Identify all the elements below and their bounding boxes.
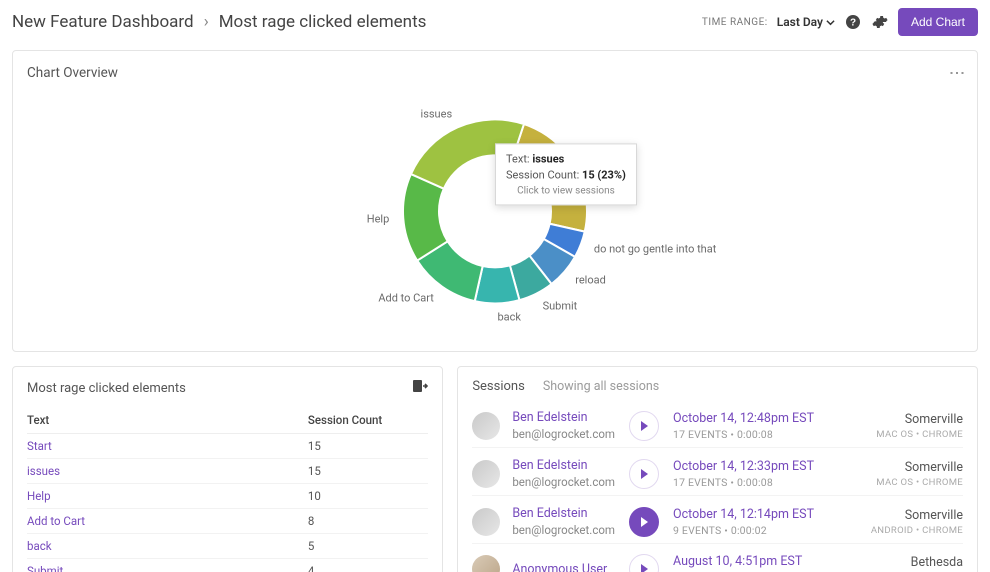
- table-cell-count: 15: [308, 434, 428, 459]
- add-chart-button[interactable]: Add Chart: [898, 8, 978, 36]
- session-meta: 9 EVENTS • 0:00:02: [673, 524, 853, 537]
- play-button[interactable]: [629, 507, 659, 537]
- session-user-name[interactable]: Ben Edelstein: [512, 410, 615, 425]
- sessions-card: Sessions Showing all sessions Ben Edelst…: [457, 366, 978, 572]
- session-row: Anonymous UserAugust 10, 4:51pm EST9 EVE…: [472, 548, 963, 572]
- play-button[interactable]: [629, 411, 659, 441]
- avatar: [472, 460, 500, 488]
- breadcrumb-parent[interactable]: New Feature Dashboard: [12, 12, 194, 32]
- session-date[interactable]: August 10, 4:51pm EST: [673, 554, 853, 569]
- session-user-email: ben@logrocket.com: [512, 427, 615, 441]
- session-env: ANDROID • CHROME: [853, 525, 963, 536]
- table-cell-text[interactable]: Start: [27, 434, 308, 459]
- session-user-email: ben@logrocket.com: [512, 475, 615, 489]
- table-cell-text[interactable]: Submit: [27, 559, 308, 572]
- table-row: Start15: [27, 434, 428, 459]
- time-range-select[interactable]: Last Day: [777, 15, 835, 29]
- gear-icon[interactable]: [871, 13, 889, 31]
- session-date[interactable]: October 14, 12:48pm EST: [673, 411, 853, 426]
- table-cell-count: 8: [308, 509, 428, 534]
- breadcrumb-separator: ›: [204, 12, 209, 32]
- session-meta: 17 EVENTS • 0:00:08: [673, 476, 853, 489]
- chart-overview-card: Chart Overview ⋮ Startdo not go gentle i…: [12, 50, 978, 352]
- session-user-name[interactable]: Ben Edelstein: [512, 458, 615, 473]
- chart-slice-label: issues: [421, 107, 453, 120]
- session-user-name[interactable]: Ben Edelstein: [512, 506, 615, 521]
- session-location: Somerville: [853, 412, 963, 427]
- table-row: Submit4: [27, 559, 428, 572]
- table-cell-text[interactable]: back: [27, 534, 308, 559]
- session-location: Bethesda: [853, 555, 963, 570]
- rage-clicked-table: Text Session Count Start15issues15Help10…: [27, 407, 428, 572]
- session-date[interactable]: October 14, 12:14pm EST: [673, 507, 853, 522]
- donut-chart[interactable]: Startdo not go gentle into thatreloadSub…: [345, 81, 645, 341]
- avatar: [472, 412, 500, 440]
- session-env: MAC OS • CHROME: [853, 429, 963, 440]
- session-date[interactable]: October 14, 12:33pm EST: [673, 459, 853, 474]
- session-env: MAC OS • CHROME: [853, 477, 963, 488]
- sessions-subtitle: Showing all sessions: [543, 379, 659, 394]
- table-title: Most rage clicked elements: [27, 381, 186, 396]
- table-row: Add to Cart8: [27, 509, 428, 534]
- table-cell-count: 4: [308, 559, 428, 572]
- chart-card-title: Chart Overview: [27, 65, 963, 81]
- table-cell-text[interactable]: issues: [27, 459, 308, 484]
- avatar: [472, 555, 500, 572]
- table-col-text: Text: [27, 407, 308, 434]
- chart-slice-label: back: [498, 310, 522, 323]
- table-col-count: Session Count: [308, 407, 428, 434]
- session-user-name[interactable]: Anonymous User: [512, 562, 615, 572]
- table-cell-count: 5: [308, 534, 428, 559]
- table-row: back5: [27, 534, 428, 559]
- session-row: Ben Edelstein ben@logrocket.com October 14…: [472, 404, 963, 448]
- table-row: Help10: [27, 484, 428, 509]
- chart-slice-label: Help: [367, 212, 390, 225]
- chart-tooltip: Text: issues Session Count: 15 (23%) Cli…: [495, 143, 637, 205]
- page-title: Most rage clicked elements: [219, 12, 427, 32]
- session-meta: 17 EVENTS • 0:00:08: [673, 428, 853, 441]
- chart-slice-label: reload: [575, 274, 606, 287]
- play-button[interactable]: [629, 554, 659, 572]
- chart-slice-label: do not go gentle into that: [594, 243, 716, 256]
- rage-clicked-table-card: Most rage clicked elements Text Session …: [12, 366, 443, 572]
- sessions-title: Sessions: [472, 379, 525, 394]
- session-row: Ben Edelstein ben@logrocket.com October 14…: [472, 452, 963, 496]
- chevron-down-icon: [826, 18, 835, 27]
- session-location: Somerville: [853, 460, 963, 475]
- table-cell-text[interactable]: Add to Cart: [27, 509, 308, 534]
- session-row: Ben Edelstein ben@logrocket.com October 14…: [472, 500, 963, 544]
- export-icon[interactable]: [412, 379, 428, 397]
- breadcrumb: New Feature Dashboard › Most rage clicke…: [12, 12, 426, 32]
- table-cell-count: 10: [308, 484, 428, 509]
- chart-slice-label: Submit: [543, 299, 578, 312]
- header: New Feature Dashboard › Most rage clicke…: [12, 4, 978, 40]
- time-range-label: TIME RANGE:: [702, 17, 768, 28]
- svg-text:?: ?: [850, 18, 856, 29]
- table-cell-count: 15: [308, 459, 428, 484]
- session-user-email: ben@logrocket.com: [512, 523, 615, 537]
- avatar: [472, 508, 500, 536]
- help-icon[interactable]: ?: [844, 13, 862, 31]
- chart-slice-label: Add to Cart: [378, 291, 434, 304]
- chart-menu-icon[interactable]: ⋮: [951, 65, 963, 80]
- play-button[interactable]: [629, 459, 659, 489]
- session-location: Somerville: [853, 508, 963, 523]
- table-row: issues15: [27, 459, 428, 484]
- table-cell-text[interactable]: Help: [27, 484, 308, 509]
